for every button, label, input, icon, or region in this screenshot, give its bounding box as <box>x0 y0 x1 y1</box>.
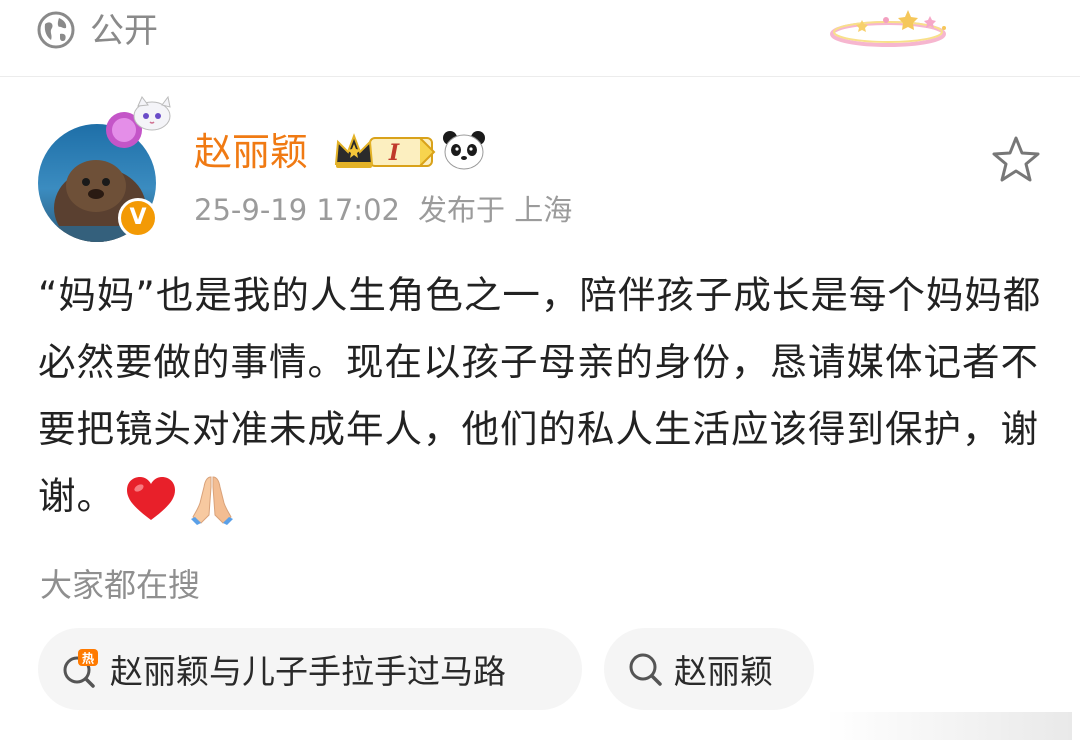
globe-icon <box>37 11 75 49</box>
hot-search-icon: 热 <box>63 649 98 688</box>
related-search-heading: 大家都在搜 <box>40 566 201 604</box>
star-icon[interactable] <box>990 134 1042 184</box>
privacy-label[interactable]: 公开 <box>90 6 158 56</box>
crown-icon[interactable]: I <box>332 130 436 172</box>
pray-emoji <box>191 475 233 525</box>
author-name[interactable]: 赵丽颖 <box>194 128 308 176</box>
fade-decoration <box>826 712 1072 740</box>
post-timestamp: 25-9-19 17:02 <box>194 193 400 227</box>
level-badge-text: I <box>388 140 400 166</box>
related-search-chip-label: 赵丽颖与儿子手拉手过马路 <box>110 652 506 691</box>
top-bar: 公开 <box>0 0 1080 77</box>
search-icon <box>629 653 662 686</box>
cat-pendant-icon <box>106 96 171 148</box>
heart-emoji <box>127 476 175 520</box>
decorative-sparkle-ring <box>830 10 946 47</box>
related-search-chip-label: 赵丽颖 <box>674 652 773 691</box>
verified-badge: V <box>118 198 158 238</box>
post-meta: 25-9-19 17:02 发布于 上海 <box>194 190 590 230</box>
svg-text:热: 热 <box>82 651 94 666</box>
post-location: 发布于 上海 <box>417 193 573 227</box>
post-body: “妈妈”也是我的人生角色之一，陪伴孩子成长是每个妈妈都必然要做的事情。现在以孩子… <box>38 262 1046 530</box>
panda-icon <box>443 131 485 170</box>
related-search-chip[interactable]: 赵丽颖 <box>604 628 814 710</box>
related-search-chip[interactable]: 热 赵丽颖与儿子手拉手过马路 <box>38 628 582 710</box>
